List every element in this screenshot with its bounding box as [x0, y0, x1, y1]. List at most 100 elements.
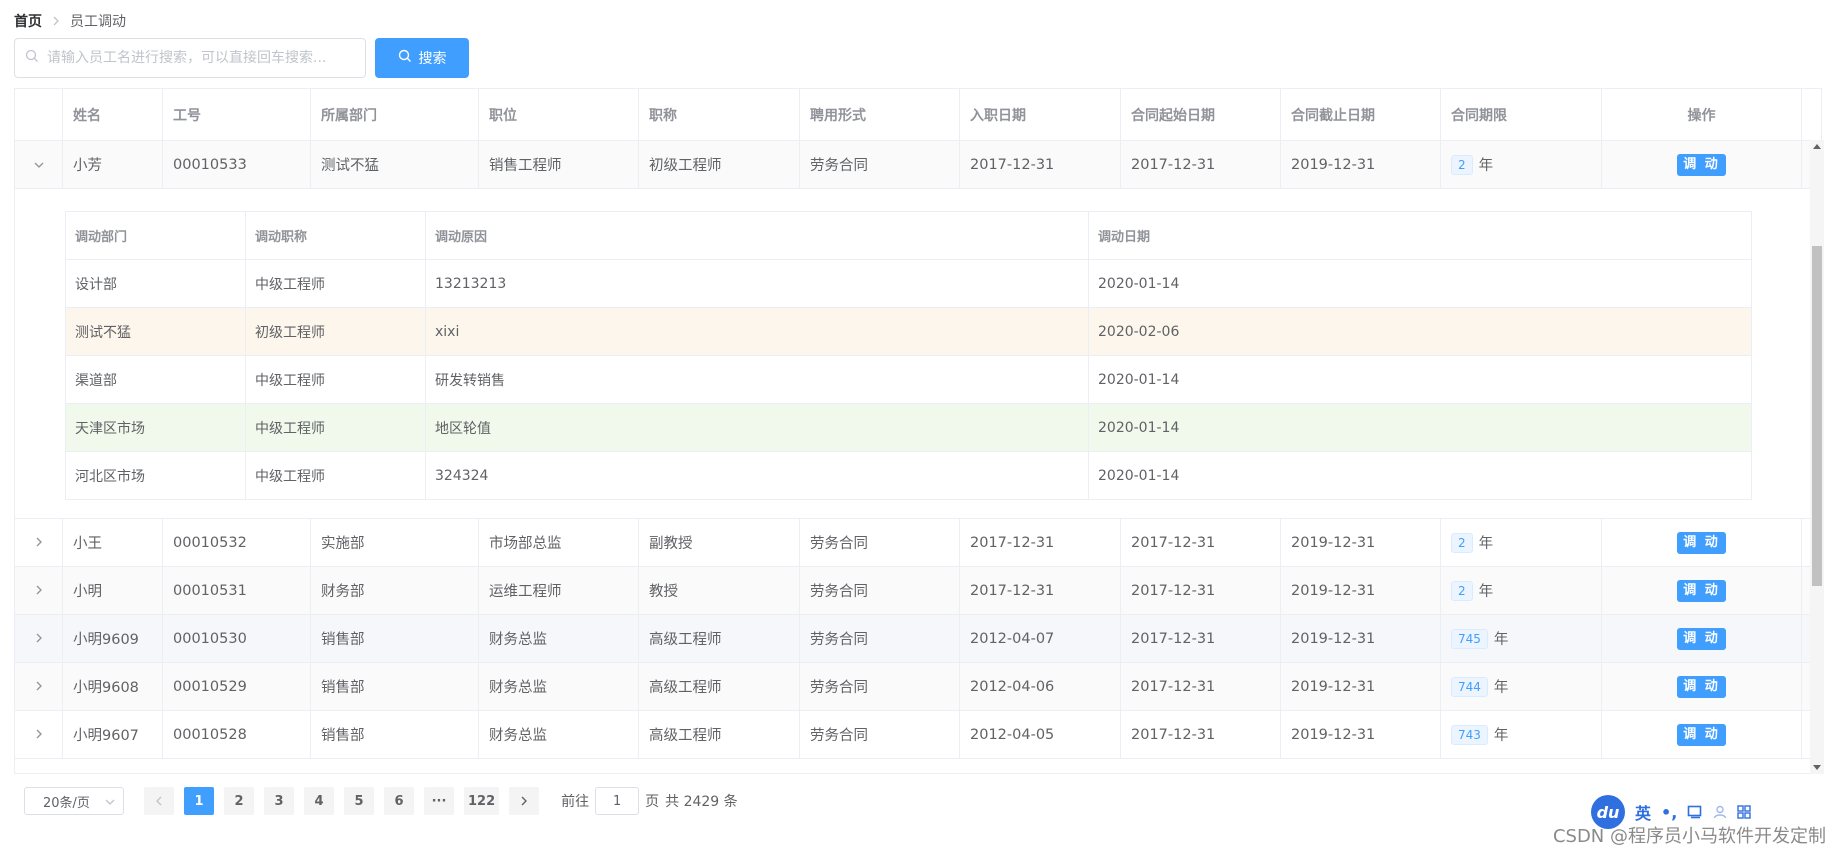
detail-header-dept: 调动部门	[66, 212, 246, 259]
cell-contract-end: 2019-12-31	[1281, 615, 1441, 662]
table-row: 小明9608 00010529 销售部 财务总监 高级工程师 劳务合同 2012…	[15, 663, 1821, 711]
column-header-contract-start: 合同起始日期	[1121, 89, 1281, 140]
cell-dept: 销售部	[311, 615, 479, 662]
column-header-position: 职位	[479, 89, 639, 140]
transfer-button[interactable]: 调 动	[1677, 531, 1726, 554]
detail-row: 渠道部 中级工程师 研发转销售 2020-01-14	[66, 356, 1751, 404]
transfer-button[interactable]: 调 动	[1677, 153, 1726, 176]
cell-term: 744 年	[1441, 663, 1602, 710]
chevron-right-icon	[35, 631, 43, 647]
vertical-scrollbar[interactable]	[1810, 140, 1824, 774]
cell-term: 745 年	[1441, 615, 1602, 662]
page-button-6[interactable]: 6	[384, 787, 414, 815]
cell-id: 00010529	[163, 663, 311, 710]
cell-dept: 实施部	[311, 519, 479, 566]
goto-page-input[interactable]	[595, 787, 640, 815]
next-page-button[interactable]	[509, 787, 540, 815]
detail-date: 2020-01-14	[1098, 467, 1180, 484]
detail-dept: 设计部	[66, 260, 246, 307]
chevron-right-icon	[35, 727, 43, 743]
table-row: 小芳 00010533 测试不猛 销售工程师 初级工程师 劳务合同 2017-1…	[15, 141, 1821, 189]
expand-toggle[interactable]	[15, 519, 63, 566]
cell-employment: 劳务合同	[800, 567, 960, 614]
transfer-button[interactable]: 调 动	[1677, 627, 1726, 650]
cell-dept: 销售部	[311, 711, 479, 758]
page-button-5[interactable]: 5	[344, 787, 374, 815]
page-button-last[interactable]: 122	[464, 787, 500, 815]
ime-punctuation-toggle[interactable]: •,	[1661, 803, 1677, 822]
cell-name: 小芳	[63, 141, 163, 188]
detail-header-title: 调动职称	[246, 212, 426, 259]
cell-actions: 调 动	[1602, 141, 1802, 188]
cell-position: 市场部总监	[479, 519, 639, 566]
expand-toggle[interactable]	[15, 567, 63, 614]
scroll-thumb[interactable]	[1812, 246, 1822, 586]
cell-term: 743 年	[1441, 711, 1602, 758]
breadcrumb-current: 员工调动	[70, 14, 126, 30]
page-button-4[interactable]: 4	[304, 787, 334, 815]
breadcrumb: 首页 员工调动	[14, 10, 126, 32]
chevron-right-icon	[521, 796, 528, 806]
table-row: 小明9609 00010530 销售部 财务总监 高级工程师 劳务合同 2012…	[15, 615, 1821, 663]
detail-row: 天津区市场 中级工程师 地区轮值 2020-01-14	[66, 404, 1751, 452]
detail-title: 初级工程师	[246, 308, 426, 355]
ime-keyboard-icon[interactable]	[1687, 805, 1703, 819]
search-icon	[398, 49, 412, 67]
cell-title: 教授	[639, 567, 800, 614]
cell-contract-start: 2017-12-31	[1121, 615, 1281, 662]
detail-date: 2020-01-14	[1098, 371, 1180, 388]
detail-row: 测试不猛 初级工程师 xixi 2020-02-06	[66, 308, 1751, 356]
cell-employment: 劳务合同	[800, 141, 960, 188]
page-button-3[interactable]: 3	[264, 787, 294, 815]
cell-contract-end: 2019-12-31	[1281, 141, 1441, 188]
page-size-select[interactable]: 20条/页	[24, 787, 124, 815]
page-button-1[interactable]: 1	[184, 787, 214, 815]
detail-dept: 河北区市场	[66, 452, 246, 499]
search-button[interactable]: 搜索	[375, 38, 469, 78]
search-field[interactable]	[14, 38, 366, 78]
cell-contract-start: 2017-12-31	[1121, 663, 1281, 710]
column-header-contract-end: 合同截止日期	[1281, 89, 1441, 140]
scroll-down-arrow-icon[interactable]	[1813, 765, 1821, 770]
cell-term: 2年	[1441, 141, 1602, 188]
term-tag: 745	[1451, 628, 1488, 649]
chevron-down-icon	[105, 794, 115, 809]
more-pages-button[interactable]: ···	[424, 787, 454, 815]
cell-title: 初级工程师	[639, 141, 800, 188]
year-unit: 年	[1478, 536, 1494, 552]
detail-reason: xixi	[426, 308, 1089, 355]
chevron-right-icon	[35, 583, 43, 599]
ime-language-toggle[interactable]: 英	[1635, 800, 1651, 824]
year-unit: 年	[1493, 632, 1509, 648]
transfer-button[interactable]: 调 动	[1677, 675, 1726, 698]
cell-contract-end: 2019-12-31	[1281, 711, 1441, 758]
year-unit: 年	[1493, 728, 1509, 744]
ime-user-icon[interactable]	[1713, 805, 1727, 819]
transfer-button[interactable]: 调 动	[1677, 723, 1726, 746]
expanded-detail: 调动部门 调动职称 调动原因 调动日期 设计部 中级工程师 13213213 2…	[15, 189, 1821, 519]
search-button-label: 搜索	[418, 51, 447, 67]
breadcrumb-home[interactable]: 首页	[14, 11, 42, 31]
cell-join-date: 2012-04-06	[960, 663, 1121, 710]
term-tag: 2	[1451, 532, 1473, 553]
scroll-up-arrow-icon[interactable]	[1813, 144, 1821, 149]
goto-prefix: 前往	[561, 794, 590, 810]
expand-toggle[interactable]	[15, 141, 63, 188]
cell-id: 00010530	[163, 615, 311, 662]
page-jumper: 前往 页 共 2429 条	[561, 787, 738, 815]
term-tag: 744	[1451, 676, 1488, 697]
search-input[interactable]	[39, 40, 365, 76]
detail-header-reason: 调动原因	[426, 212, 1089, 259]
cell-join-date: 2017-12-31	[960, 519, 1121, 566]
cell-title: 高级工程师	[639, 615, 800, 662]
ime-grid-icon[interactable]	[1737, 805, 1752, 819]
page-button-2[interactable]: 2	[224, 787, 254, 815]
prev-page-button[interactable]	[144, 787, 174, 815]
table-row: 小王 00010532 实施部 市场部总监 副教授 劳务合同 2017-12-3…	[15, 519, 1821, 567]
cell-contract-end: 2019-12-31	[1281, 519, 1441, 566]
expand-toggle[interactable]	[15, 663, 63, 710]
expand-toggle[interactable]	[15, 711, 63, 758]
cell-join-date: 2017-12-31	[960, 567, 1121, 614]
transfer-button[interactable]: 调 动	[1677, 579, 1726, 602]
expand-toggle[interactable]	[15, 615, 63, 662]
